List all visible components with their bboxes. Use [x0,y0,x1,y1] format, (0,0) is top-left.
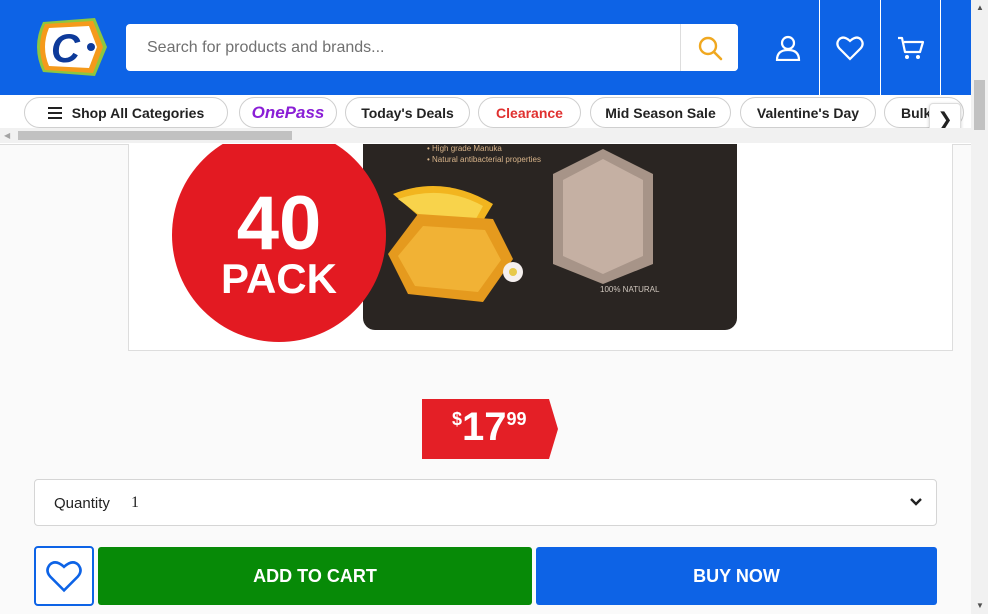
header-divider [940,0,941,95]
scroll-left-icon[interactable]: ◀ [4,131,10,140]
price-tag: $1799 [422,399,558,459]
heart-icon [836,36,864,61]
badge-number: 40 [236,181,322,266]
nav-label: Valentine's Day [756,104,860,121]
nav-label: Today's Deals [361,104,454,121]
chevron-right-icon: ❯ [937,108,953,129]
nav-onepass[interactable]: OnePass [239,97,337,128]
kmart-catch-logo[interactable]: C [29,16,109,78]
menu-icon [47,106,62,119]
buy-now-button[interactable]: BUY NOW [536,547,937,605]
logo-letter: C [51,27,81,71]
onepass-logo: OnePass [251,102,325,122]
search-bar [126,24,738,71]
heart-icon [46,561,82,593]
nav-label: Clearance [496,104,563,121]
account-button[interactable] [758,0,818,95]
quantity-label: Quantity [54,495,110,512]
nav-clearance[interactable]: Clearance [478,97,581,128]
chevron-down-icon [910,493,922,509]
nav-label: Shop All Categories [71,104,205,121]
horizontal-scrollbar[interactable]: ◀ [0,128,971,143]
bag-natural-text: 100% NATURAL [600,285,660,294]
nav-label: Bulk [901,104,932,121]
price-dollars: 17 [462,405,507,449]
search-input[interactable] [126,24,680,71]
price-currency: $ [452,409,463,429]
nav-todays-deals[interactable]: Today's Deals [345,97,470,128]
badge-word: PACK [221,255,337,302]
price: $1799 [452,405,527,450]
search-button[interactable] [680,24,738,71]
wishlist-button[interactable] [820,0,880,95]
vertical-scrollbar[interactable]: ▲ ▼ [971,0,988,614]
nav-shop-all-categories[interactable]: Shop All Categories [24,97,228,128]
cart-icon [898,36,925,59]
site-header: C [0,0,971,95]
nav-valentines-day[interactable]: Valentine's Day [740,97,876,128]
account-icon [775,35,801,61]
scroll-up-icon[interactable]: ▲ [976,3,984,12]
page: C Search for products and brands... Shop… [0,0,988,614]
vertical-scroll-thumb[interactable] [974,80,985,130]
horizontal-scroll-thumb[interactable] [18,131,292,140]
pack-badge: 40 PACK [172,144,386,342]
honey-illustration [388,149,653,302]
honey-bag-image: • High grade Manuka • Natural antibacter… [363,144,737,330]
nav-mid-season-sale[interactable]: Mid Season Sale [590,97,731,128]
scroll-down-icon[interactable]: ▼ [976,601,984,610]
cart-button[interactable] [881,0,941,95]
quantity-value: 1 [131,494,139,511]
add-to-cart-button[interactable]: ADD TO CART [98,547,532,605]
nav-label: Mid Season Sale [605,104,716,121]
quantity-select[interactable]: Quantity 1 [34,479,937,526]
add-to-wishlist-button[interactable] [34,546,94,606]
search-icon [698,36,722,60]
price-cents: 99 [506,409,527,429]
product-image[interactable]: • High grade Manuka • Natural antibacter… [128,144,953,351]
